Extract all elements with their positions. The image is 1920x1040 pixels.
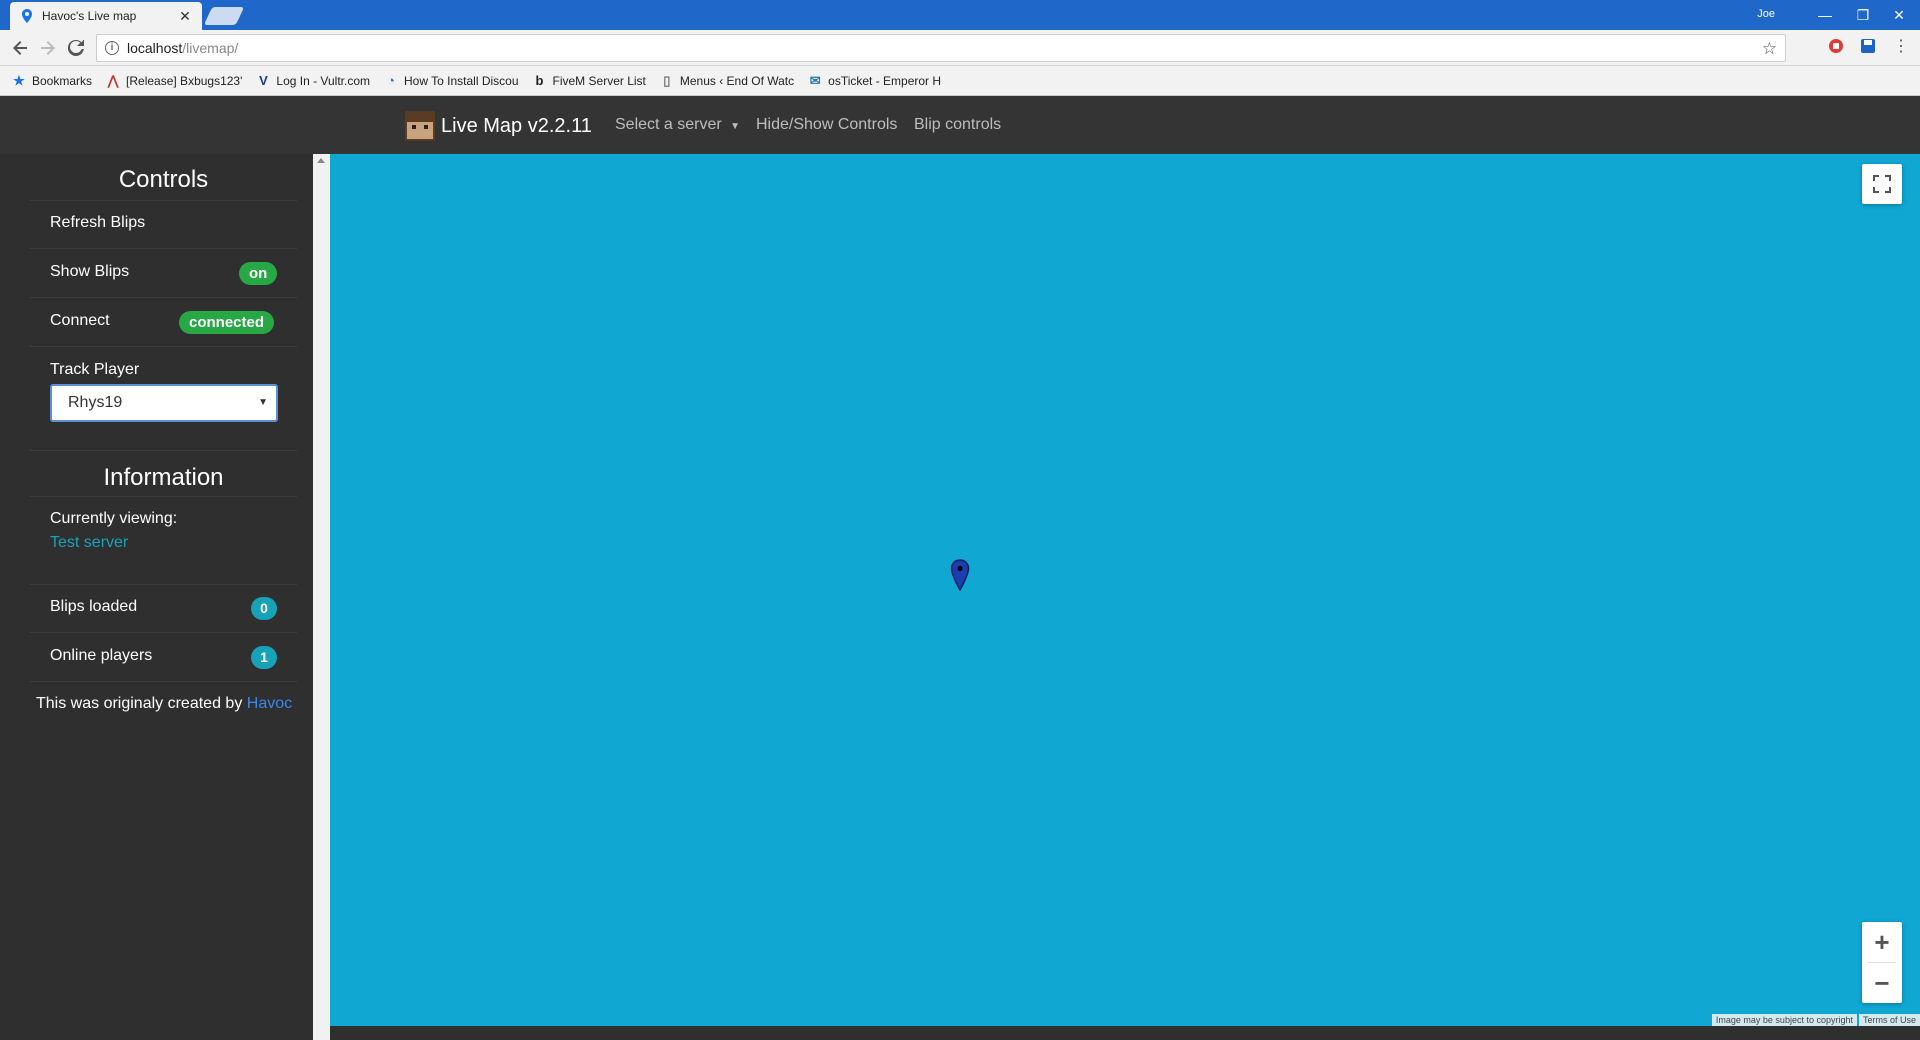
select-server-dropdown[interactable]: Select a server ▼ bbox=[615, 116, 740, 134]
new-tab-button[interactable] bbox=[203, 7, 245, 25]
brand[interactable]: Live Map v2.2.11 bbox=[405, 111, 592, 141]
url-host: localhost bbox=[127, 40, 183, 56]
close-tab-icon[interactable]: ✕ bbox=[178, 8, 192, 25]
fullscreen-button[interactable] bbox=[1862, 164, 1902, 204]
divider bbox=[30, 346, 297, 347]
divider bbox=[30, 584, 297, 585]
currently-viewing-label: Currently viewing: bbox=[50, 510, 178, 527]
minimize-icon[interactable]: — bbox=[1810, 4, 1840, 26]
info-icon[interactable]: i bbox=[105, 41, 119, 55]
credit-link[interactable]: Havoc bbox=[247, 695, 292, 712]
bookmark-item[interactable]: ◔ How To Install Discou bbox=[384, 73, 519, 88]
back-icon[interactable] bbox=[8, 36, 32, 60]
online-players-badge: 1 bbox=[251, 646, 277, 669]
browser-titlebar: Havoc's Live map ✕ Joe — ❐ ✕ bbox=[0, 0, 1920, 30]
menu-icon[interactable]: ⋮ bbox=[1892, 38, 1910, 56]
bookmark-item[interactable]: ★ Bookmarks bbox=[12, 72, 93, 88]
star-icon: ★ bbox=[13, 72, 25, 88]
bookmark-label: FiveM Server List bbox=[552, 73, 646, 88]
map-pin-icon bbox=[20, 9, 34, 23]
track-player-value: Rhys19 bbox=[68, 394, 123, 411]
credit-text: This was originaly created by Havoc bbox=[36, 695, 292, 713]
connect-label: Connect bbox=[50, 312, 110, 329]
bookmark-label: osTicket - Emperor H bbox=[828, 73, 942, 88]
bookmark-item[interactable]: ▯ Menus ‹ End Of Watc bbox=[660, 72, 795, 88]
bookmark-label: [Release] Bxbugs123' bbox=[126, 73, 243, 88]
brand-title: Live Map v2.2.11 bbox=[441, 114, 592, 137]
zoom-in-button[interactable]: + bbox=[1862, 922, 1902, 962]
track-player-select[interactable]: Rhys19 ▼ bbox=[50, 384, 278, 422]
divider bbox=[30, 200, 297, 201]
tab-title: Havoc's Live map bbox=[42, 9, 137, 23]
close-window-icon[interactable]: ✕ bbox=[1884, 4, 1914, 26]
show-blips-label: Show Blips bbox=[50, 263, 130, 280]
bookmark-item[interactable]: ✉ osTicket - Emperor H bbox=[808, 72, 942, 88]
controls-title: Controls bbox=[118, 166, 209, 193]
bookmark-star-icon[interactable]: ☆ bbox=[1762, 39, 1777, 59]
browser-toolbar: i localhost/livemap/ ☆ ⋮ bbox=[0, 30, 1920, 66]
forward-icon[interactable] bbox=[36, 36, 60, 60]
fullscreen-icon bbox=[1873, 175, 1891, 193]
bookmark-label: How To Install Discou bbox=[404, 73, 519, 88]
credit-prefix: This was originaly created by bbox=[36, 695, 243, 712]
hide-show-controls-link[interactable]: Hide/Show Controls bbox=[756, 116, 897, 134]
divider bbox=[30, 496, 297, 497]
blip-controls-link[interactable]: Blip controls bbox=[914, 116, 1001, 134]
url-path: /livemap/ bbox=[182, 40, 239, 56]
bookmark-label: Bookmarks bbox=[32, 73, 93, 88]
map-marker-icon[interactable] bbox=[950, 559, 970, 591]
scrollbar[interactable] bbox=[313, 154, 330, 1040]
map-canvas[interactable]: + − Image may be subject to copyright Te… bbox=[330, 154, 1920, 1026]
terms-of-use-link[interactable]: Terms of Use bbox=[1858, 1014, 1920, 1026]
map-footer-strip bbox=[330, 1026, 1920, 1040]
restore-icon[interactable]: ❐ bbox=[1848, 4, 1878, 26]
app-navbar: Live Map v2.2.11 Select a server ▼ Hide/… bbox=[0, 96, 1920, 154]
bookmark-item[interactable]: ⋀ [Release] Bxbugs123' bbox=[106, 72, 243, 88]
show-blips-toggle[interactable]: on bbox=[239, 262, 278, 285]
connect-status-toggle[interactable]: connected bbox=[179, 311, 275, 334]
sidebar: Controls Refresh Blips Show Blips on Con… bbox=[0, 154, 313, 1040]
adblock-icon[interactable] bbox=[1828, 38, 1846, 56]
reload-icon[interactable] bbox=[64, 36, 88, 60]
divider bbox=[30, 681, 297, 682]
current-server-link[interactable]: Test server bbox=[50, 534, 128, 552]
bookmarks-bar: ★ Bookmarks ⋀ [Release] Bxbugs123' V Log… bbox=[0, 66, 1920, 96]
osticket-icon: ✉ bbox=[809, 72, 821, 88]
bookmark-item[interactable]: b FiveM Server List bbox=[533, 73, 646, 88]
vultr-icon: V bbox=[259, 73, 268, 88]
refresh-blips-button[interactable]: Refresh Blips bbox=[50, 214, 145, 232]
divider bbox=[30, 297, 297, 298]
zoom-out-button[interactable]: − bbox=[1862, 963, 1902, 1003]
bookmark-label: Menus ‹ End Of Watc bbox=[679, 73, 795, 88]
copyright-notice: Image may be subject to copyright bbox=[1711, 1014, 1857, 1026]
address-bar[interactable]: i localhost/livemap/ ☆ bbox=[96, 34, 1786, 62]
divider bbox=[30, 632, 297, 633]
track-player-label: Track Player bbox=[50, 361, 140, 378]
online-players-label: Online players bbox=[50, 647, 153, 664]
blips-loaded-label: Blips loaded bbox=[50, 598, 138, 615]
page-icon: ▯ bbox=[663, 72, 671, 88]
divider bbox=[30, 248, 297, 249]
blips-loaded-badge: 0 bbox=[251, 597, 277, 620]
caret-down-icon: ▼ bbox=[258, 397, 268, 408]
zoom-controls: + − bbox=[1862, 922, 1902, 1003]
select-server-label: Select a server bbox=[615, 116, 722, 133]
information-title: Information bbox=[103, 464, 224, 491]
discord-icon: ◔ bbox=[387, 73, 395, 88]
save-extension-icon[interactable] bbox=[1860, 38, 1878, 56]
release-icon: ⋀ bbox=[107, 72, 119, 88]
fivem-icon: b bbox=[535, 73, 544, 88]
bookmark-item[interactable]: V Log In - Vultr.com bbox=[256, 73, 371, 88]
browser-tab[interactable]: Havoc's Live map ✕ bbox=[10, 2, 202, 30]
bookmark-label: Log In - Vultr.com bbox=[276, 73, 371, 88]
avatar bbox=[405, 111, 435, 141]
scroll-up-icon[interactable] bbox=[317, 158, 325, 163]
map-attribution: Image may be subject to copyright Terms … bbox=[1710, 1014, 1920, 1026]
browser-user[interactable]: Joe bbox=[1757, 8, 1775, 20]
caret-down-icon: ▼ bbox=[730, 121, 741, 132]
divider bbox=[30, 450, 297, 451]
